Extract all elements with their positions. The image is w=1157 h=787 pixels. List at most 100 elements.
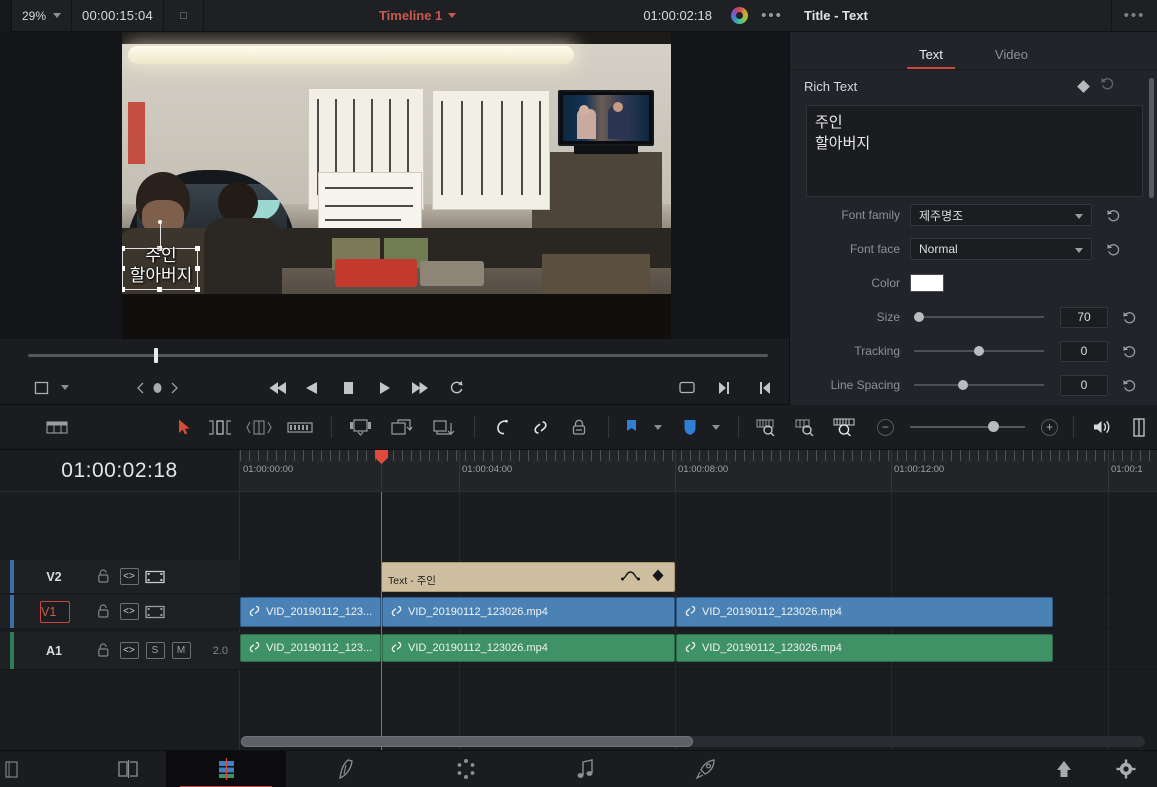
chevron-down-icon[interactable] <box>53 13 62 18</box>
sidebar-item-fusion[interactable] <box>286 751 406 787</box>
sidebar-item-color[interactable] <box>406 751 526 787</box>
fit-screen-icon[interactable] <box>669 371 705 405</box>
track-row-a1[interactable]: VID_20190112_123... VID_20190112_123026.… <box>240 632 1157 670</box>
rich-text-input[interactable]: 주인 할아버지 <box>806 105 1143 197</box>
track-name-v2[interactable]: V2 <box>18 570 90 584</box>
video-preview[interactable]: 주인 할아버지 <box>122 32 671 340</box>
duration-timecode[interactable]: 00:00:15:04 <box>72 0 164 32</box>
lock-position-icon[interactable] <box>560 405 599 450</box>
loop-icon[interactable] <box>438 371 474 405</box>
size-value-input[interactable]: 70 <box>1060 306 1108 328</box>
resize-handle-bc[interactable] <box>157 287 162 292</box>
track-header-v1[interactable]: V1 <> <box>0 595 240 629</box>
zoom-level-control[interactable]: 29% <box>12 0 73 32</box>
chevron-down-icon[interactable] <box>448 13 457 18</box>
zoom-in-icon[interactable]: + <box>1035 405 1064 450</box>
zoom-out-icon[interactable]: − <box>871 405 900 450</box>
single-viewer-icon[interactable] <box>1122 405 1157 450</box>
playhead-handle[interactable] <box>375 450 388 464</box>
font-face-select[interactable]: Normal <box>910 238 1092 260</box>
video-enable-icon[interactable] <box>142 601 168 623</box>
tracking-slider-knob[interactable] <box>974 346 984 356</box>
inspector-scrollbar[interactable] <box>1149 78 1154 198</box>
track-header-v2[interactable]: V2 <> <box>0 560 240 594</box>
stop-icon[interactable] <box>330 371 366 405</box>
reset-icon[interactable] <box>1108 344 1150 359</box>
reset-icon[interactable] <box>1092 208 1134 223</box>
replace-clip-icon[interactable] <box>422 405 465 450</box>
track-name-a1[interactable]: A1 <box>18 644 90 658</box>
viewer-scrubber[interactable] <box>0 339 790 371</box>
timeline-clip-video-3[interactable]: VID_20190112_123026.mp4 <box>676 597 1053 627</box>
play-reverse-icon[interactable] <box>292 371 330 405</box>
zoom-custom-icon[interactable] <box>826 405 865 450</box>
timeline-view-options-icon[interactable] <box>37 405 76 450</box>
tab-video[interactable]: Video <box>995 47 1028 69</box>
arrow-select-tool-icon[interactable] <box>168 405 201 450</box>
razor-edit-mode-icon[interactable] <box>279 405 322 450</box>
size-slider[interactable] <box>914 312 1044 322</box>
scrollbar-thumb[interactable] <box>241 736 693 747</box>
auto-select-icon[interactable]: <> <box>116 601 142 623</box>
play-icon[interactable] <box>366 371 402 405</box>
zoom-fit-icon[interactable] <box>748 405 787 450</box>
flag-icon[interactable] <box>618 405 645 450</box>
timeline-clip-title[interactable]: Text - 주인 <box>381 562 675 592</box>
reset-icon[interactable] <box>1108 310 1150 325</box>
resize-handle-br[interactable] <box>195 287 200 292</box>
overwrite-clip-icon[interactable] <box>381 405 422 450</box>
resize-handle-bl[interactable] <box>122 287 125 292</box>
keyframe-diamond-icon[interactable] <box>652 569 664 587</box>
color-wheel-icon[interactable] <box>724 7 754 24</box>
inspector-options-ellipsis-icon[interactable]: ••• <box>1111 0 1157 32</box>
jump-to-end-icon[interactable] <box>402 371 438 405</box>
mute-button[interactable]: M <box>168 640 194 662</box>
track-row-v1[interactable]: VID_20190112_123... VID_20190112_123026.… <box>240 595 1157 629</box>
chevron-down-icon[interactable] <box>56 371 74 405</box>
trim-edit-mode-icon[interactable] <box>201 405 240 450</box>
timeline-zoom-slider[interactable] <box>910 421 1025 432</box>
timeline-clip-video-2[interactable]: VID_20190112_123026.mp4 <box>382 597 675 627</box>
timeline-clip-audio-3[interactable]: VID_20190112_123026.mp4 <box>676 634 1053 662</box>
chevron-down-icon[interactable] <box>1075 214 1083 219</box>
video-enable-icon[interactable] <box>142 566 168 588</box>
font-family-select[interactable]: 제주명조 <box>910 204 1092 226</box>
reset-icon[interactable] <box>1092 242 1134 257</box>
keyframe-diamond-icon[interactable] <box>1077 79 1090 93</box>
timeline-clip-audio-1[interactable]: VID_20190112_123... <box>240 634 381 662</box>
reset-icon[interactable] <box>1100 76 1115 96</box>
reset-icon[interactable] <box>1108 378 1150 393</box>
keyframe-nav-group[interactable] <box>120 371 194 405</box>
lock-open-icon[interactable] <box>90 566 116 588</box>
chevron-down-icon[interactable] <box>1075 248 1083 253</box>
tracking-value-input[interactable]: 0 <box>1060 340 1108 362</box>
flag-chevron-icon[interactable] <box>645 405 670 450</box>
home-icon[interactable] <box>1033 751 1095 787</box>
scrubber-track[interactable] <box>28 354 768 357</box>
zoom-detail-icon[interactable] <box>787 405 826 450</box>
track-volume-a1[interactable]: 2.0 <box>213 645 228 657</box>
gear-icon[interactable] <box>1095 751 1157 787</box>
scrubber-playhead[interactable] <box>153 348 158 363</box>
sidebar-item-deliver[interactable] <box>646 751 766 787</box>
timeline-clip-audio-2[interactable]: VID_20190112_123026.mp4 <box>382 634 675 662</box>
text-overlay-selection-box[interactable]: 주인 할아버지 <box>122 220 200 292</box>
transform-box-icon[interactable] <box>26 371 56 405</box>
size-slider-knob[interactable] <box>914 312 924 322</box>
timeline-clip-video-1[interactable]: VID_20190112_123... <box>240 597 381 627</box>
stop-small-icon[interactable] <box>164 0 204 32</box>
lock-open-icon[interactable] <box>90 601 116 623</box>
sidebar-item-cut[interactable] <box>94 751 166 787</box>
timeline-horizontal-scrollbar[interactable] <box>240 736 1145 747</box>
zoom-slider-knob[interactable] <box>987 421 999 432</box>
dynamic-trim-mode-icon[interactable] <box>240 405 279 450</box>
timeline-canvas[interactable]: Text - 주인 VID_20190112_123... VID_201901… <box>240 492 1157 750</box>
timeline-name-menu[interactable]: Timeline 1 <box>204 8 631 23</box>
snapping-icon[interactable] <box>484 405 521 450</box>
solo-button[interactable]: S <box>142 640 168 662</box>
auto-select-icon[interactable]: <> <box>116 640 142 662</box>
timeline-ruler[interactable]: 01:00:00:00 01:00:04:00 01:00:08:00 01:0… <box>240 450 1157 492</box>
sidebar-item-edit[interactable] <box>166 750 286 787</box>
timeline-current-timecode[interactable]: 01:00:02:18 <box>0 450 240 492</box>
line-spacing-slider[interactable] <box>914 380 1044 390</box>
